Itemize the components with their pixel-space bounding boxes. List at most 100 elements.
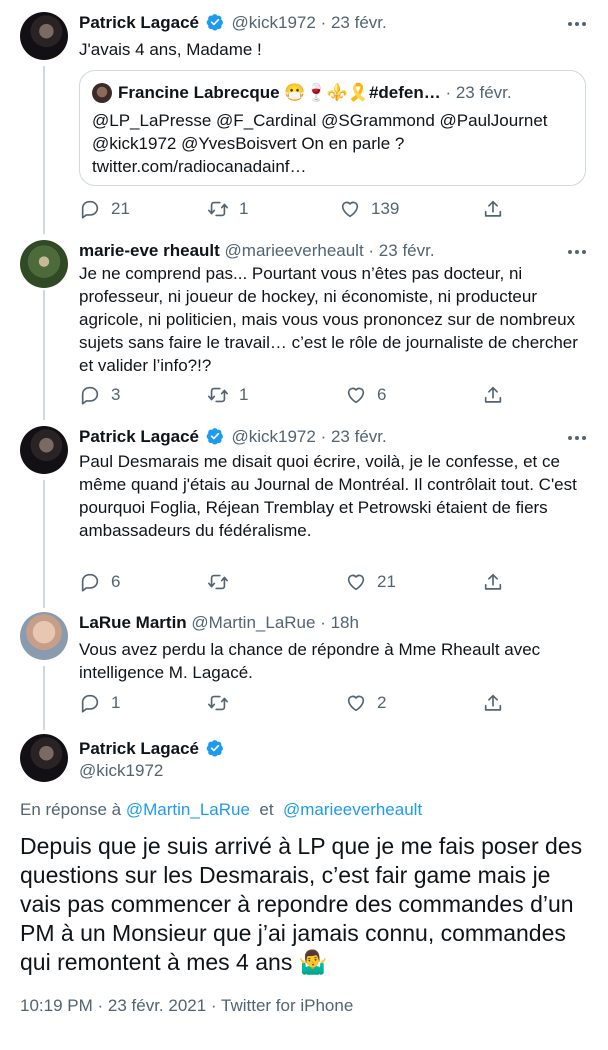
tweet[interactable]: LaRue Martin @Martin_LaRue · 18h Vous av…: [0, 612, 608, 722]
avatar[interactable]: [20, 612, 68, 660]
mention-link[interactable]: @Martin_LaRue: [126, 800, 250, 819]
share-button[interactable]: [482, 692, 504, 714]
handle[interactable]: @marieeverheault: [225, 241, 364, 260]
tweet-header: Patrick Lagacé @kick1972: [79, 738, 227, 782]
reply-prefix: En réponse à: [20, 800, 122, 819]
tweet[interactable]: Patrick Lagacé @kick1972 · 23 févr. Paul…: [0, 426, 608, 596]
share-button[interactable]: [482, 384, 504, 406]
tweet-header: LaRue Martin @Martin_LaRue · 18h: [79, 612, 359, 634]
tweet-actions: 3 1 6: [79, 384, 519, 406]
more-options-icon[interactable]: [568, 436, 586, 440]
display-name[interactable]: LaRue Martin: [79, 613, 187, 632]
handle[interactable]: @Martin_LaRue: [191, 613, 315, 632]
reply-and: et: [259, 800, 274, 819]
more-options-icon[interactable]: [568, 250, 586, 254]
retweet-count: 1: [239, 199, 249, 218]
like-count: 21: [377, 572, 396, 591]
tweet-header: marie-eve rheault @marieeverheault · 23 …: [79, 240, 435, 262]
heart-icon: [347, 387, 365, 404]
tweet-date[interactable]: · 23 févr. 2021: [98, 996, 207, 1015]
share-button[interactable]: [482, 571, 504, 593]
tweet-time[interactable]: 10:19 PM: [20, 996, 93, 1015]
tweet-actions: 21 1 139: [79, 198, 519, 220]
retweet-icon: [208, 387, 228, 403]
tweet-header: Patrick Lagacé @kick1972 · 23 févr.: [79, 426, 387, 448]
handle[interactable]: @kick1972: [231, 427, 315, 446]
display-name[interactable]: Patrick Lagacé: [79, 13, 199, 32]
reply-count: 1: [111, 693, 121, 712]
like-count: 6: [377, 385, 387, 404]
retweet-count: 1: [239, 385, 249, 404]
like-count: 139: [371, 199, 400, 218]
reply-button[interactable]: 6: [79, 571, 120, 593]
heart-icon: [347, 695, 365, 712]
tweet-header: Patrick Lagacé @kick1972 · 23 févr.: [79, 12, 387, 34]
verified-badge-icon: [206, 740, 223, 757]
handle[interactable]: @kick1972: [231, 13, 315, 32]
share-icon: [484, 200, 502, 217]
focused-tweet: Patrick Lagacé @kick1972 En réponse à @M…: [0, 734, 608, 1034]
tweet-text: J'avais 4 ans, Madame !: [79, 40, 262, 59]
reply-context: En réponse à @Martin_LaRue et @marieever…: [20, 800, 422, 820]
retweet-button[interactable]: [207, 692, 239, 714]
like-button[interactable]: 21: [345, 571, 396, 593]
handle[interactable]: @kick1972: [79, 761, 163, 780]
tweet-text: Je ne comprend pas... Pourtant vous n’êt…: [79, 264, 578, 375]
tweet-source: · Twitter for iPhone: [210, 996, 354, 1015]
share-icon: [484, 694, 502, 711]
quoted-text: @LP_LaPresse @F_Cardinal @SGrammond @Pau…: [92, 111, 548, 176]
like-button[interactable]: 2: [345, 692, 386, 714]
display-name[interactable]: Patrick Lagacé: [79, 739, 199, 758]
heart-icon: [341, 201, 359, 218]
display-name[interactable]: marie-eve rheault: [79, 241, 220, 260]
avatar[interactable]: [20, 734, 68, 782]
retweet-button[interactable]: 1: [207, 198, 248, 220]
display-name: Francine Labrecque 😷🍷⚜️🎗️#defen…: [118, 83, 441, 102]
reply-icon: [81, 573, 99, 592]
timestamp[interactable]: · 18h: [320, 613, 359, 632]
retweet-icon: [208, 574, 228, 590]
tweet-actions: 1 2: [79, 692, 519, 714]
reply-icon: [81, 386, 99, 405]
quoted-header: Francine Labrecque 😷🍷⚜️🎗️#defen… · 23 fé…: [118, 82, 512, 104]
timestamp[interactable]: · 23 févr.: [368, 241, 434, 260]
quoted-tweet[interactable]: Francine Labrecque 😷🍷⚜️🎗️#defen… · 23 fé…: [79, 70, 586, 186]
reply-icon: [81, 200, 99, 219]
share-button[interactable]: [482, 198, 504, 220]
retweet-icon: [208, 201, 228, 217]
verified-badge-icon: [206, 428, 223, 445]
heart-icon: [347, 574, 365, 591]
timestamp: · 23 févr.: [445, 83, 512, 102]
reply-count: 6: [111, 572, 121, 591]
tweet-text: Vous avez perdu la chance de répondre à …: [79, 640, 541, 682]
like-button[interactable]: 6: [345, 384, 386, 406]
reply-button[interactable]: 1: [79, 692, 120, 714]
verified-badge-icon: [206, 14, 223, 31]
reply-button[interactable]: 3: [79, 384, 120, 406]
like-button[interactable]: 139: [339, 198, 399, 220]
avatar: [92, 83, 112, 103]
tweet-text: Paul Desmarais me disait quoi écrire, vo…: [79, 452, 577, 540]
tweet-text: Depuis que je suis arrivé à LP que je me…: [20, 833, 583, 975]
retweet-icon: [208, 695, 228, 711]
avatar[interactable]: [20, 240, 68, 288]
mention-link[interactable]: @marieeverheault: [283, 800, 422, 819]
avatar[interactable]: [20, 426, 68, 474]
more-options-icon[interactable]: [568, 22, 586, 26]
avatar[interactable]: [20, 12, 68, 60]
reply-icon: [81, 694, 99, 713]
tweet-actions: 6 21: [79, 571, 519, 593]
timestamp[interactable]: · 23 févr.: [321, 13, 387, 32]
tweet-meta: 10:19 PM · 23 févr. 2021 · Twitter for i…: [20, 996, 353, 1016]
like-count: 2: [377, 693, 387, 712]
share-icon: [484, 386, 502, 403]
reply-count: 3: [111, 385, 121, 404]
timestamp[interactable]: · 23 févr.: [321, 427, 387, 446]
tweet[interactable]: marie-eve rheault @marieeverheault · 23 …: [0, 240, 608, 410]
share-icon: [484, 573, 502, 590]
retweet-button[interactable]: [207, 571, 239, 593]
display-name[interactable]: Patrick Lagacé: [79, 427, 199, 446]
tweet[interactable]: Patrick Lagacé @kick1972 · 23 févr. J'av…: [0, 12, 608, 230]
retweet-button[interactable]: 1: [207, 384, 248, 406]
reply-button[interactable]: 21: [79, 198, 130, 220]
